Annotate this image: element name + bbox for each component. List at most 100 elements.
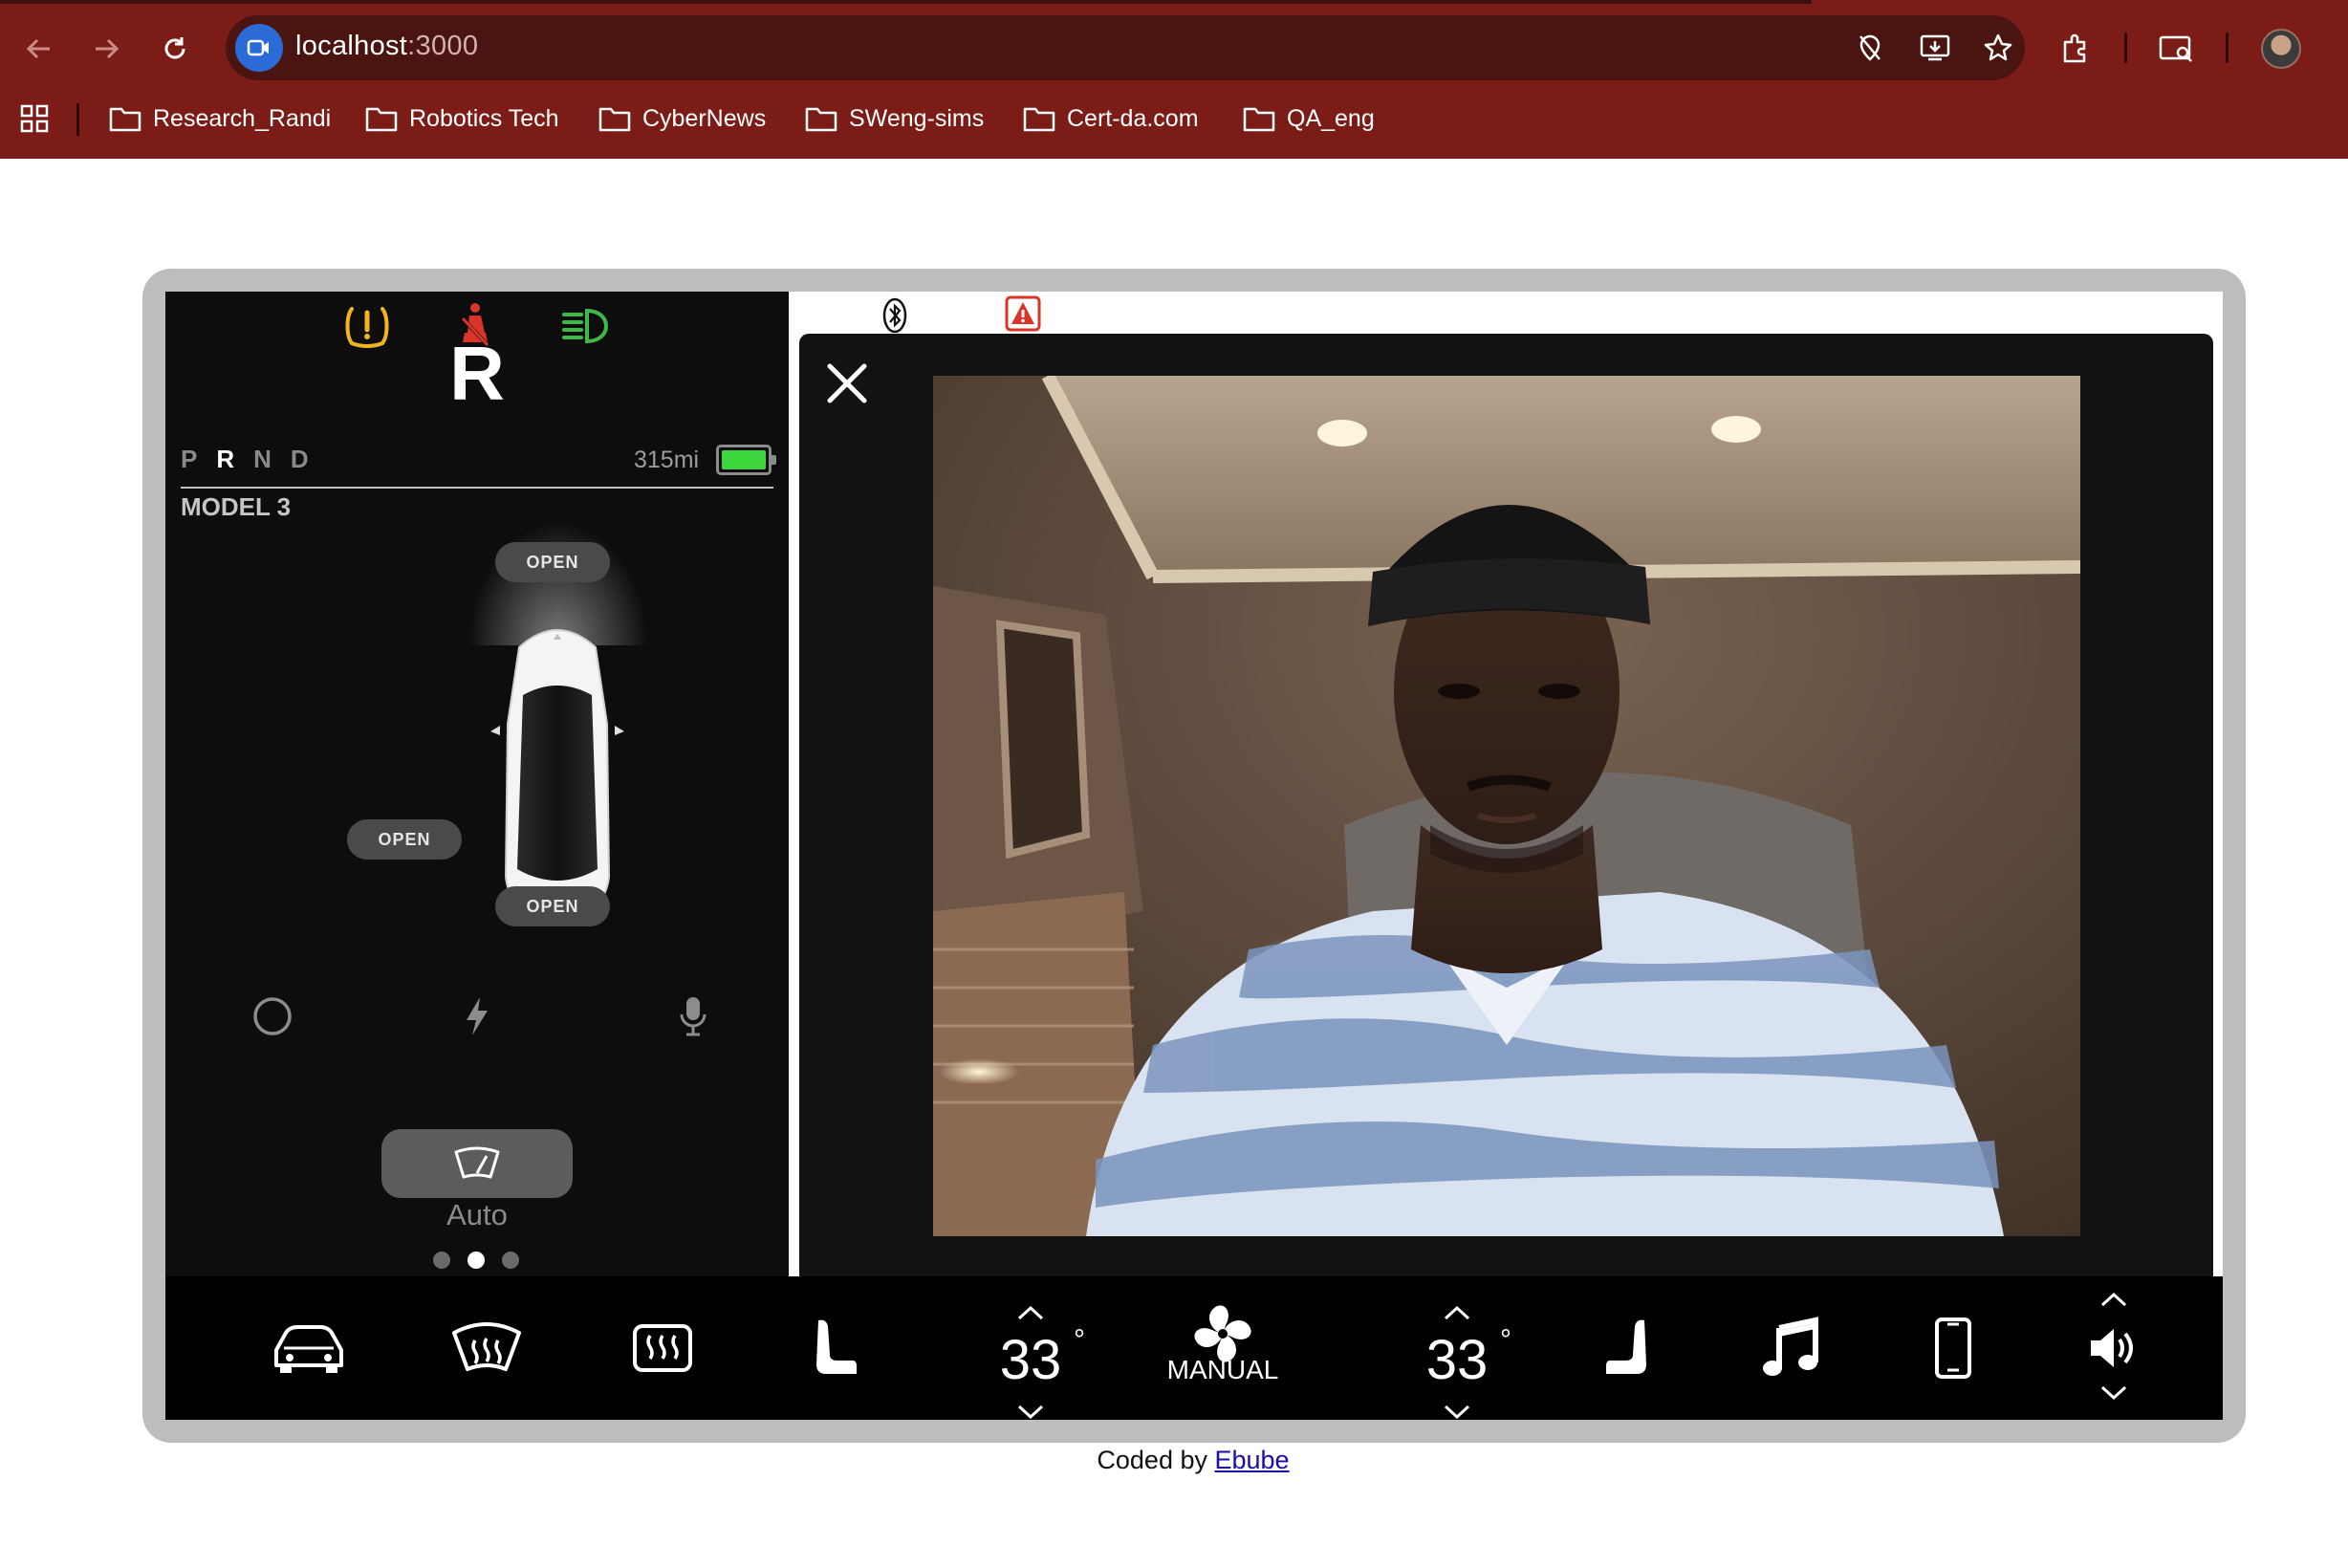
bookmark-folder-cert-da[interactable]: Cert-da.com xyxy=(1023,99,1199,138)
forward-arrow-icon xyxy=(96,38,120,59)
camera-in-use-icon[interactable] xyxy=(235,24,283,72)
bookmark-folder-qa-eng[interactable]: QA_eng xyxy=(1243,99,1375,138)
driver-temp-control: 33 ° xyxy=(978,1305,1093,1420)
open-trunk-button[interactable]: OPEN xyxy=(495,886,610,926)
car-status-panel: R P R N D 315mi MODEL 3 OPEN OPEN OPEN A… xyxy=(165,292,789,1276)
fan-mode-label: MANUAL xyxy=(1166,1355,1279,1384)
battery-icon xyxy=(716,445,776,475)
range-readout: 315mi xyxy=(634,446,700,473)
page-dot[interactable] xyxy=(433,1252,450,1269)
driver-temp-down-icon[interactable] xyxy=(1016,1405,1045,1420)
bookmark-separator xyxy=(76,103,79,136)
back-arrow-icon xyxy=(26,38,50,59)
bookmark-folder-cybernews[interactable]: CyberNews xyxy=(598,99,766,138)
bookmark-folder-sweng-sims[interactable]: SWeng-sims xyxy=(805,99,984,138)
volume-control xyxy=(2066,1276,2162,1420)
folder-icon xyxy=(805,107,837,132)
front-defrost-icon xyxy=(452,1322,521,1371)
hazard-warning-icon[interactable] xyxy=(1005,295,1041,332)
gear-r[interactable]: R xyxy=(216,445,234,474)
voice-command-button[interactable] xyxy=(666,990,720,1043)
passenger-temp-control: 33 ° xyxy=(1404,1305,1519,1420)
rear-defrost-icon xyxy=(633,1324,692,1372)
volume-up-icon[interactable] xyxy=(2099,1292,2128,1307)
camera-modal xyxy=(799,334,2213,1276)
phone-icon xyxy=(1935,1318,1971,1379)
wiper-button[interactable] xyxy=(381,1129,573,1198)
passenger-temp-up-icon[interactable] xyxy=(1443,1305,1471,1320)
bluetooth-icon xyxy=(882,297,907,334)
address-bar[interactable]: localhost:3000 xyxy=(226,15,2025,80)
author-link[interactable]: Ebube xyxy=(1215,1446,1290,1474)
page-indicator xyxy=(433,1252,519,1269)
car-visual: OPEN OPEN OPEN xyxy=(242,521,720,1056)
music-note-icon xyxy=(1763,1317,1818,1376)
open-charge-port-button[interactable]: OPEN xyxy=(347,819,462,860)
rear-defrost-button[interactable] xyxy=(615,1276,710,1420)
bottom-control-bar: 33 ° MANUAL 33 ° xyxy=(165,1276,2223,1420)
front-defrost-button[interactable] xyxy=(439,1276,534,1420)
passenger-temp-down-icon[interactable] xyxy=(1443,1405,1471,1420)
bookmark-label: QA_eng xyxy=(1287,104,1375,132)
bookmark-label: SWeng-sims xyxy=(849,104,985,132)
passenger-seat-heater-button[interactable] xyxy=(1580,1276,1676,1420)
gear-d[interactable]: D xyxy=(291,445,309,474)
apps-grid-icon[interactable] xyxy=(19,103,50,134)
url-text[interactable]: localhost:3000 xyxy=(295,31,478,62)
open-frunk-button[interactable]: OPEN xyxy=(495,542,610,582)
back-button[interactable] xyxy=(17,27,61,71)
reload-button[interactable] xyxy=(153,27,197,71)
install-app-icon[interactable] xyxy=(1916,29,1954,67)
camera-feed-image xyxy=(933,376,2080,1236)
toolbar-separator xyxy=(2226,33,2228,63)
page-dot-active[interactable] xyxy=(467,1252,485,1269)
wiper-mode-label: Auto xyxy=(446,1198,508,1231)
driver-seat-heater-button[interactable] xyxy=(787,1276,882,1420)
circle-button[interactable] xyxy=(246,990,299,1043)
tesla-screen-bezel: R P R N D 315mi MODEL 3 OPEN OPEN OPEN A… xyxy=(142,269,2246,1443)
bookmark-label: Robotics Tech xyxy=(409,104,559,132)
browser-chrome: localhost:3000 Research_Randi Robotics T… xyxy=(0,0,2348,159)
car-icon xyxy=(274,1325,343,1373)
music-button[interactable] xyxy=(1743,1276,1838,1420)
forward-button[interactable] xyxy=(84,27,128,71)
gear-selector: P R N D xyxy=(181,445,309,474)
bookmark-label: CyberNews xyxy=(642,104,767,132)
phone-button[interactable] xyxy=(1905,1276,2001,1420)
folder-icon xyxy=(1023,107,1055,132)
gear-n[interactable]: N xyxy=(253,445,272,474)
extensions-icon[interactable] xyxy=(2054,27,2098,71)
passenger-temp-value: 33 xyxy=(1425,1329,1489,1391)
circle-icon xyxy=(253,997,292,1035)
profile-avatar[interactable] xyxy=(2261,29,2301,69)
speaker-icon[interactable] xyxy=(2087,1324,2141,1372)
bookmark-folder-research-randi[interactable]: Research_Randi xyxy=(109,99,331,138)
bookmark-label: Cert-da.com xyxy=(1067,104,1199,132)
folder-icon xyxy=(109,107,141,132)
folder-icon xyxy=(598,107,631,132)
tesla-screen: R P R N D 315mi MODEL 3 OPEN OPEN OPEN A… xyxy=(165,292,2223,1420)
page-dot[interactable] xyxy=(502,1252,519,1269)
gear-p[interactable]: P xyxy=(181,445,197,474)
seat-left-icon xyxy=(816,1319,857,1374)
driver-temp-value: 33 xyxy=(999,1329,1062,1391)
close-icon[interactable] xyxy=(822,359,872,408)
volume-down-icon[interactable] xyxy=(2099,1385,2128,1401)
tab-strip-edge xyxy=(0,0,1812,4)
battery-level xyxy=(722,450,766,469)
page-footer: Coded by Ebube xyxy=(0,1446,2348,1475)
status-divider xyxy=(181,487,773,489)
charging-button[interactable] xyxy=(450,990,504,1043)
reload-icon xyxy=(164,37,185,59)
bookmark-folder-robotics-tech[interactable]: Robotics Tech xyxy=(365,99,559,138)
tab-search-icon[interactable] xyxy=(2155,27,2199,71)
toolbar-separator xyxy=(2124,33,2127,63)
driver-temp-up-icon[interactable] xyxy=(1016,1305,1045,1320)
bookmark-star-icon[interactable] xyxy=(1979,29,2017,67)
car-button[interactable] xyxy=(261,1276,357,1420)
quick-actions xyxy=(165,990,789,1047)
tracking-protection-icon[interactable] xyxy=(1851,29,1889,67)
folder-icon xyxy=(365,107,398,132)
model-name: MODEL 3 xyxy=(181,492,292,521)
windshield-wiper-icon xyxy=(454,1146,500,1179)
